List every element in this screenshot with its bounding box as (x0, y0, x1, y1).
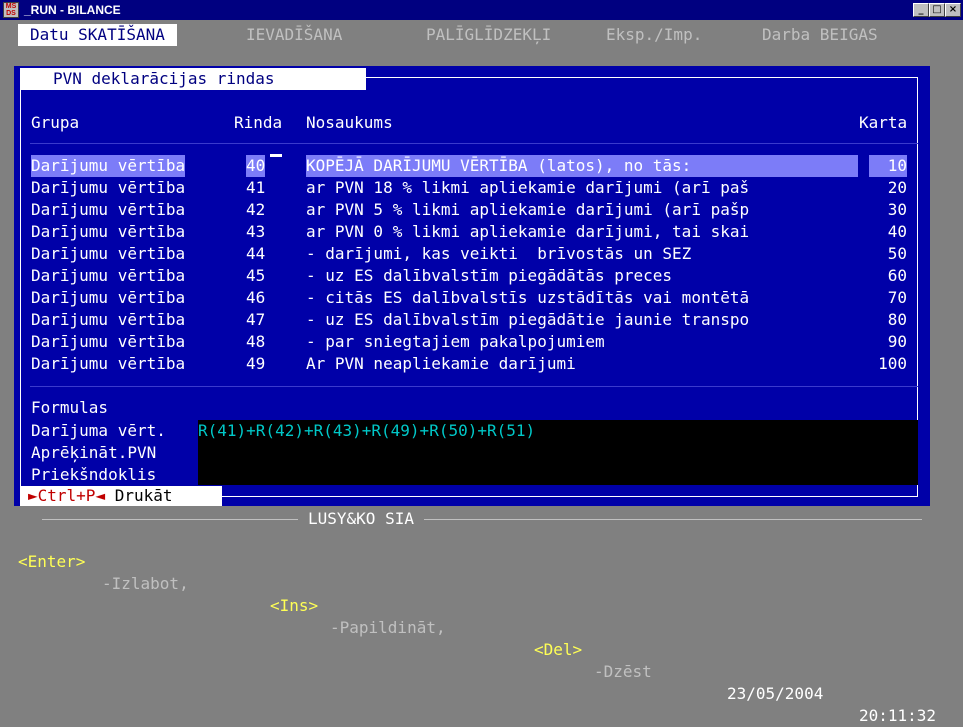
row-grupa: Darījumu vērtība (31, 222, 186, 241)
row-rinda: 41 (246, 178, 266, 197)
row-nosaukums: ar PVN 5 % likmi apliekamie darījumi (ar… (306, 200, 750, 219)
row-grupa: Darījumu vērtība (31, 288, 186, 307)
row-rinda: 46 (246, 288, 266, 307)
menu-ievadisana[interactable]: IEVADĪŠANA (246, 24, 342, 46)
table-row[interactable]: Darījumu vērtība 46 - citās ES dalībvals… (0, 287, 963, 309)
prieksnodoklis-field[interactable] (198, 464, 918, 486)
row-karta: 30 (887, 200, 907, 219)
row-rinda: 48 (246, 332, 266, 351)
table-row[interactable]: Darījumu vērtība 47 - uz ES dalībvalstīm… (0, 309, 963, 331)
ins-action: -Papildināt, (330, 618, 446, 637)
table-row[interactable]: Darījumu vērtība 40 KOPĒJĀ DARĪJUMU VĒRT… (0, 155, 963, 177)
minimize-button[interactable]: _ (913, 3, 929, 17)
ins-key[interactable]: <Ins> (270, 595, 318, 617)
row-grupa: Darījumu vērtība (31, 266, 186, 285)
table-row[interactable]: Darījumu vērtība 48 - par sniegtajiem pa… (0, 331, 963, 353)
text-cursor (270, 154, 282, 157)
arrow-right-icon: ► (28, 486, 38, 505)
row-karta: 70 (887, 288, 907, 307)
window-title-bar: MS DS _RUN - BILANCE _ □ × (0, 0, 963, 20)
row-nosaukums: Ar PVN neapliekamie darījumi (306, 354, 576, 373)
row-karta: 20 (887, 178, 907, 197)
row-karta: 100 (878, 354, 907, 373)
row-grupa: Darījumu vērtība (31, 354, 186, 373)
row-grupa: Darījumu vērtība (31, 244, 186, 263)
row-grupa: Darījumu vērtība (31, 200, 186, 219)
menu-darba-beigas[interactable]: Darba BEIGAS (762, 24, 878, 46)
menu-datu-skatisana[interactable]: Datu SKATĪŠANA (18, 24, 177, 46)
menu-eksp-imp[interactable]: Eksp./Imp. (606, 24, 702, 46)
enter-action: -Izlabot, (102, 574, 189, 593)
row-grupa: Darījumu vērtība (31, 178, 186, 197)
row-nosaukums: ar PVN 0 % likmi apliekamie darījumi, ta… (306, 222, 750, 241)
table-row[interactable]: Darījumu vērtība 45 - uz ES dalībvalstīm… (0, 265, 963, 287)
darijuma-vert-label: Darījuma vērt. (31, 421, 166, 440)
row-rinda: 44 (246, 244, 266, 263)
row-rinda: 45 (246, 266, 266, 285)
row-nosaukums: - darījumi, kas veikti brīvostās un SEZ (306, 244, 692, 263)
print-shortcut-hint[interactable]: ►Ctrl+P◄ Drukāt (20, 486, 222, 506)
table-row[interactable]: Darījumu vērtība 44 - darījumi, kas veik… (0, 243, 963, 265)
app-icon[interactable]: MS DS (3, 2, 19, 18)
del-key[interactable]: <Del> (534, 639, 582, 661)
table-separator (30, 386, 918, 387)
darijuma-vert-field[interactable]: R(41)+R(42)+R(43)+R(49)+R(50)+R(51) (198, 420, 535, 442)
row-nosaukums: - uz ES dalībvalstīm piegādātās preces (306, 266, 673, 285)
prieksnodoklis-label: Priekšndoklis (31, 465, 157, 484)
header-separator (30, 143, 918, 144)
status-bar: <Enter> -Izlabot, <Ins> -Papildināt, <De… (0, 529, 963, 725)
row-rinda: 42 (246, 200, 266, 219)
dialog-title: PVN deklarācijas rindas (20, 68, 366, 90)
row-karta: 60 (887, 266, 907, 285)
row-nosaukums: ar PVN 18 % likmi apliekamie darījumi (a… (306, 178, 750, 197)
status-date: 23/05/2004 (727, 684, 824, 703)
company-name: LUSY&KO SIA (298, 509, 424, 529)
print-shortcut-label: Drukāt (105, 486, 173, 505)
status-time: 20:11:32 (859, 706, 937, 725)
maximize-button[interactable]: □ (929, 3, 945, 17)
window-title: _RUN - BILANCE (24, 3, 121, 17)
row-rinda: 43 (246, 222, 266, 241)
close-button[interactable]: × (945, 3, 961, 17)
row-nosaukums: KOPĒJĀ DARĪJUMU VĒRTĪBA (latos), no tās: (306, 155, 858, 177)
row-rinda: 47 (246, 310, 266, 329)
row-grupa: Darījumu vērtība (31, 310, 186, 329)
table-row[interactable]: Darījumu vērtība 41 ar PVN 18 % likmi ap… (0, 177, 963, 199)
table-row[interactable]: Darījumu vērtība 42 ar PVN 5 % likmi apl… (0, 199, 963, 221)
column-header-grupa: Grupa (31, 113, 80, 132)
arrow-left-icon: ◄ (95, 486, 106, 505)
row-grupa: Darījumu vērtība (31, 332, 186, 351)
row-grupa: Darījumu vērtība (31, 155, 186, 177)
row-karta: 80 (887, 310, 907, 329)
formulas-label: Formulas (31, 398, 109, 417)
row-karta: 40 (887, 222, 907, 241)
row-rinda: 40 (246, 155, 266, 177)
footer-divider (42, 519, 922, 520)
row-karta: 10 (869, 155, 907, 177)
table-row[interactable]: Darījumu vērtība 43 ar PVN 0 % likmi apl… (0, 221, 963, 243)
row-rinda: 49 (246, 354, 266, 373)
aprekinat-pvn-label: Aprēķināt.PVN (31, 443, 157, 462)
row-karta: 90 (887, 332, 907, 351)
table-row[interactable]: Darījumu vērtība 49 Ar PVN neapliekamie … (0, 353, 963, 375)
row-nosaukums: - citās ES dalībvalstīs uzstādītās vai m… (306, 288, 750, 307)
row-nosaukums: - par sniegtajiem pakalpojumiem (306, 332, 605, 351)
enter-key[interactable]: <Enter> (18, 551, 85, 573)
row-karta: 50 (887, 244, 907, 263)
column-header-nosaukums: Nosaukums (306, 113, 393, 132)
print-shortcut-key: Ctrl+P (37, 486, 96, 505)
aprekinat-pvn-field[interactable] (198, 442, 918, 464)
del-action: -Dzēst (594, 662, 652, 681)
menu-paliglidzekli[interactable]: PALĪGLĪDZEKĻI (426, 24, 551, 46)
column-header-karta: Karta (859, 113, 908, 132)
column-header-rinda: Rinda (234, 113, 283, 132)
row-nosaukums: - uz ES dalībvalstīm piegādātie jaunie t… (306, 310, 750, 329)
